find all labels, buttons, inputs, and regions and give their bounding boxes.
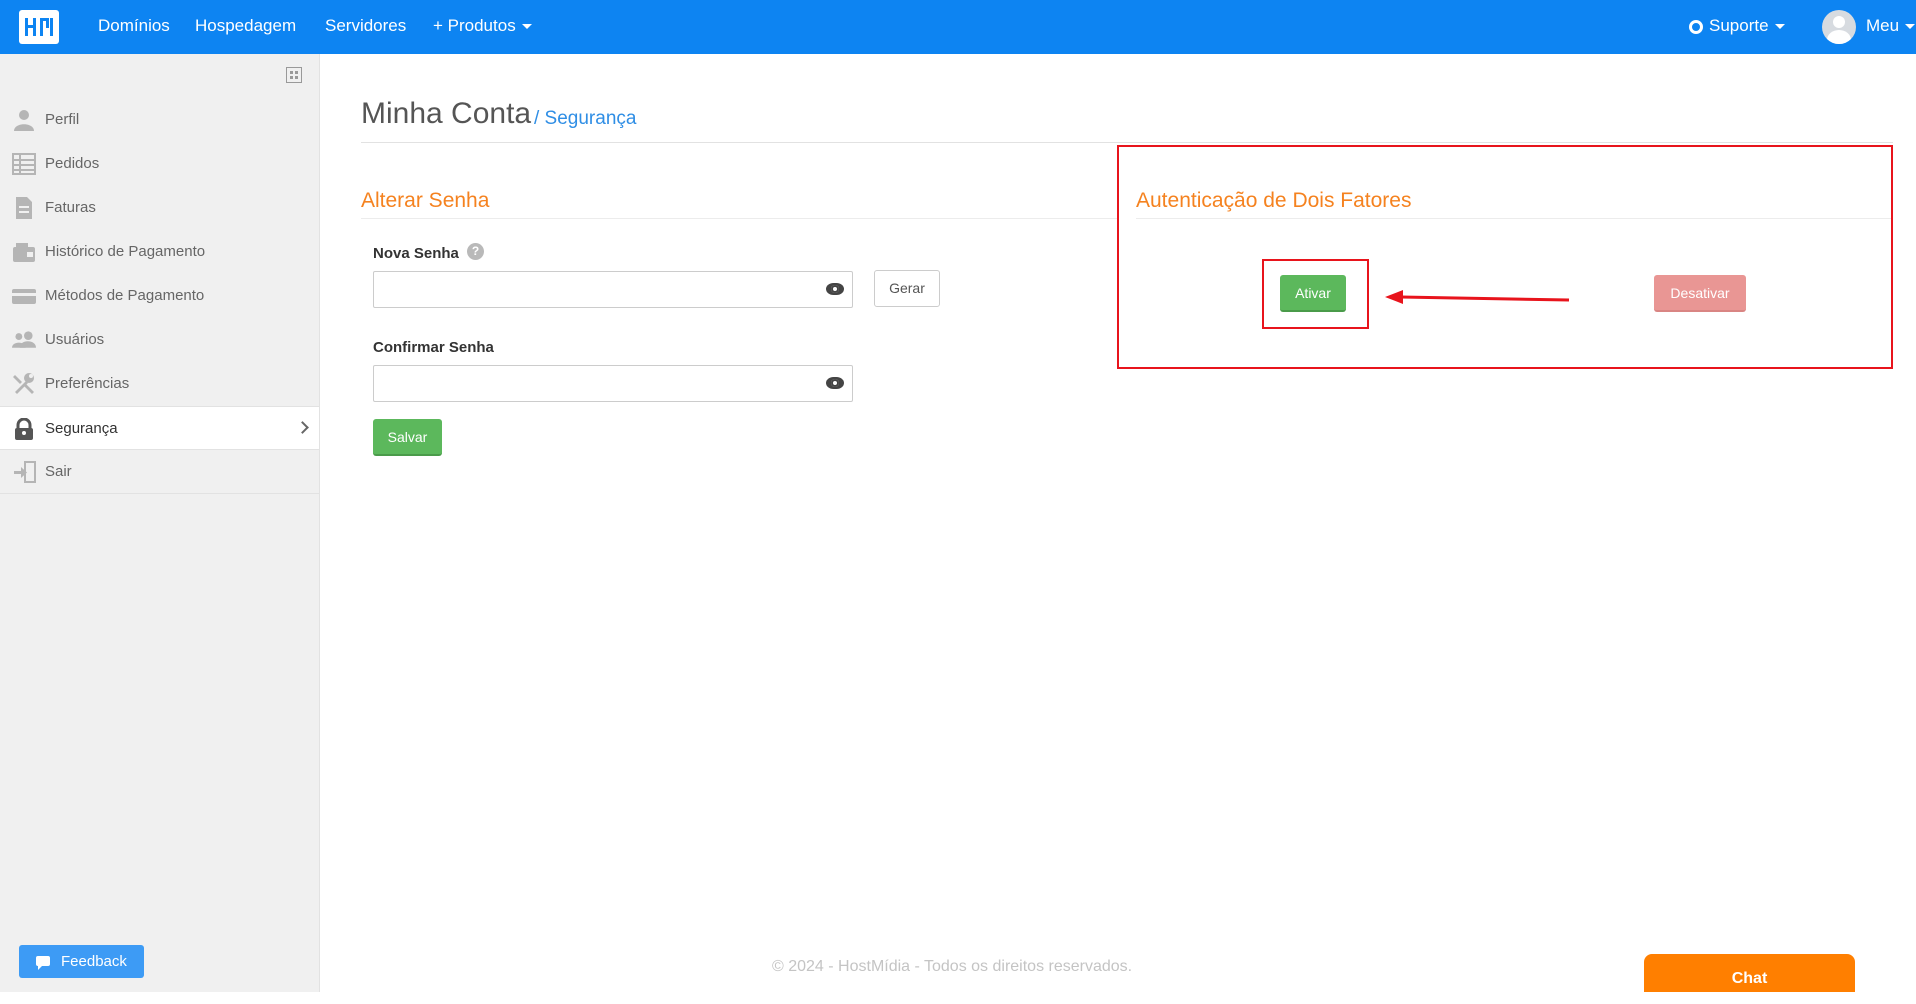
user-icon xyxy=(14,110,34,131)
top-navbar: Domínios Hospedagem Servidores + Produto… xyxy=(0,0,1916,54)
feedback-button[interactable]: Feedback xyxy=(19,945,144,978)
wallet-icon xyxy=(13,243,35,262)
nav-servidores[interactable]: Servidores xyxy=(325,16,406,36)
sidebar-item-label: Sair xyxy=(45,463,72,480)
sidebar-item-label: Faturas xyxy=(45,199,96,216)
support-label: Suporte xyxy=(1709,16,1769,35)
divider xyxy=(1136,218,1891,219)
chevron-right-icon xyxy=(296,421,309,434)
sidebar-item-historico-pagamento[interactable]: Histórico de Pagamento xyxy=(0,230,319,274)
sidebar-item-label: Métodos de Pagamento xyxy=(45,287,205,304)
change-password-title: Alterar Senha xyxy=(361,189,490,212)
footer-copyright: © 2024 - HostMídia - Todos os direitos r… xyxy=(772,958,1133,975)
nav-hospedagem[interactable]: Hospedagem xyxy=(195,16,296,36)
sidebar-item-label: Preferências xyxy=(45,375,130,392)
user-menu-dropdown[interactable]: Meu xyxy=(1866,16,1916,36)
feedback-label: Feedback xyxy=(61,953,127,970)
sidebar-item-metodos-pagamento[interactable]: Métodos de Pagamento xyxy=(0,274,319,318)
credit-card-icon xyxy=(12,289,36,304)
nav-dominios[interactable]: Domínios xyxy=(98,16,170,36)
help-icon[interactable]: ? xyxy=(467,243,484,260)
chat-button[interactable]: Chat xyxy=(1644,954,1855,992)
support-dropdown[interactable]: Suporte xyxy=(1689,16,1785,36)
chat-bubble-icon xyxy=(36,956,50,970)
sidebar-item-label: Segurança xyxy=(45,420,118,437)
confirm-password-label: Confirmar Senha xyxy=(373,339,494,356)
new-password-label: Nova Senha xyxy=(373,245,459,262)
sidebar-item-usuarios[interactable]: Usuários xyxy=(0,318,319,362)
sidebar-item-pedidos[interactable]: Pedidos xyxy=(0,142,319,186)
chevron-down-icon xyxy=(1774,24,1785,30)
chevron-down-icon xyxy=(1905,24,1916,30)
collapse-sidebar-icon[interactable] xyxy=(286,67,302,83)
nav-produtos-dropdown[interactable]: + Produtos xyxy=(433,16,532,36)
annotation-highlight-box xyxy=(1117,145,1893,369)
tools-icon xyxy=(13,373,34,394)
sidebar-item-label: Histórico de Pagamento xyxy=(45,243,206,260)
user-menu-label: Meu xyxy=(1866,16,1900,35)
divider xyxy=(361,142,1893,143)
sidebar-item-preferencias[interactable]: Preferências xyxy=(0,362,319,406)
hostmidia-logo[interactable] xyxy=(19,10,59,44)
annotation-arrow-icon xyxy=(1385,290,1570,304)
sidebar-item-faturas[interactable]: Faturas xyxy=(0,186,319,230)
eye-icon[interactable] xyxy=(826,377,844,389)
enable-2fa-button[interactable]: Ativar xyxy=(1280,275,1346,312)
sidebar-item-perfil[interactable]: Perfil xyxy=(0,98,319,142)
divider xyxy=(361,218,1118,219)
breadcrumb[interactable]: / Segurança xyxy=(534,108,636,130)
new-password-input[interactable] xyxy=(373,271,853,308)
table-icon xyxy=(12,153,36,175)
chevron-down-icon xyxy=(521,24,532,30)
nav-produtos-label: + Produtos xyxy=(433,16,516,35)
logout-icon xyxy=(14,461,36,483)
user-avatar[interactable] xyxy=(1822,10,1856,44)
sidebar-item-label: Usuários xyxy=(45,331,105,348)
sidebar-item-seguranca[interactable]: Segurança xyxy=(0,406,319,450)
lifebuoy-icon xyxy=(1689,20,1703,34)
sidebar-item-sair[interactable]: Sair xyxy=(0,450,319,494)
page-title: Minha Conta xyxy=(361,97,532,130)
users-icon xyxy=(12,331,36,348)
sidebar-item-label: Pedidos xyxy=(45,155,100,172)
disable-2fa-button[interactable]: Desativar xyxy=(1654,275,1746,312)
sidebar: Perfil Pedidos Faturas Histórico de Paga… xyxy=(0,54,320,992)
eye-icon[interactable] xyxy=(826,283,844,295)
invoice-icon xyxy=(16,197,32,219)
lock-icon xyxy=(15,418,33,440)
two-factor-title: Autenticação de Dois Fatores xyxy=(1136,189,1412,212)
save-button[interactable]: Salvar xyxy=(373,419,442,456)
sidebar-item-label: Perfil xyxy=(45,111,80,128)
generate-password-button[interactable]: Gerar xyxy=(874,270,940,307)
confirm-password-input[interactable] xyxy=(373,365,853,402)
